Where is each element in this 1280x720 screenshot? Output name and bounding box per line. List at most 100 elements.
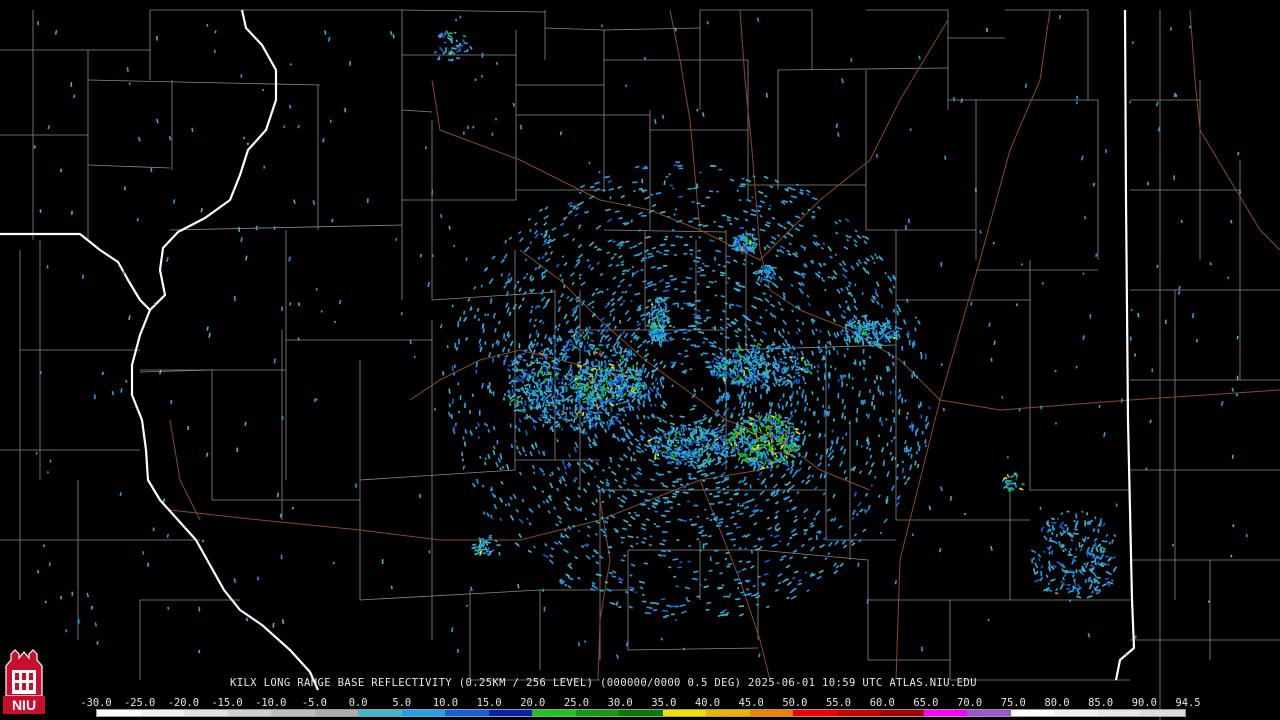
echo-mark	[555, 395, 559, 399]
echo-mark	[764, 559, 771, 563]
echo-mark	[550, 251, 554, 255]
echo-mark	[831, 449, 834, 453]
echo-mark	[518, 354, 522, 358]
echo-mark	[647, 330, 652, 334]
echo-mark	[715, 372, 719, 377]
echo-mark	[753, 466, 756, 471]
echo-mark	[913, 340, 916, 346]
echo-mark	[743, 359, 747, 363]
echo-mark	[758, 346, 761, 350]
echo-mark	[1037, 558, 1041, 562]
echo-mark	[550, 238, 556, 243]
echo-mark	[751, 208, 757, 213]
echo-mark	[733, 259, 738, 263]
echo-mark	[577, 253, 584, 259]
echo-mark	[583, 416, 586, 420]
echo-mark	[508, 374, 511, 379]
echo-mark	[738, 512, 744, 516]
echo-mark	[692, 404, 697, 407]
echo-mark	[1037, 553, 1042, 558]
echo-mark	[569, 210, 573, 213]
echo-mark	[587, 481, 591, 486]
echo-mark	[608, 187, 615, 192]
echo-mark	[1091, 590, 1094, 594]
echo-mark	[670, 338, 675, 341]
echo-mark	[874, 291, 879, 298]
echo-mark	[586, 259, 590, 262]
echo-mark	[657, 449, 662, 453]
echo-mark	[640, 449, 645, 453]
echo-mark	[465, 337, 469, 341]
echo-mark	[659, 542, 665, 546]
echo-mark	[806, 193, 810, 197]
echo-mark	[493, 503, 498, 510]
echo-mark	[760, 271, 763, 276]
echo-mark	[801, 272, 806, 276]
echo-mark	[706, 601, 712, 605]
echo-mark	[662, 455, 667, 458]
echo-mark	[563, 501, 569, 507]
echo-mark	[481, 484, 485, 488]
echo-mark	[805, 189, 811, 194]
echo-mark	[586, 341, 589, 345]
echo-mark	[708, 569, 713, 573]
echo-mark	[609, 601, 616, 606]
echo-mark	[1014, 482, 1018, 488]
echo-mark	[756, 372, 762, 376]
echo-mark	[598, 384, 602, 388]
echo-mark	[782, 319, 787, 325]
echo-mark	[668, 431, 674, 434]
echo-mark	[924, 439, 927, 444]
echo-mark	[768, 204, 772, 207]
echo-mark	[684, 354, 689, 358]
echo-mark	[727, 277, 731, 280]
echo-mark	[1089, 579, 1094, 584]
echo-mark	[586, 358, 590, 365]
echo-mark	[623, 478, 627, 482]
echo-mark	[537, 417, 543, 422]
echo-mark	[794, 215, 801, 219]
echo-mark	[554, 523, 559, 527]
echo-mark	[823, 432, 827, 438]
echo-mark	[734, 362, 738, 365]
echo-mark	[751, 304, 757, 309]
echo-mark	[798, 374, 801, 377]
echo-mark	[781, 554, 787, 559]
echo-mark	[1061, 568, 1064, 572]
echo-mark	[629, 352, 633, 357]
echo-mark	[753, 270, 758, 274]
echo-mark	[518, 450, 522, 456]
echo-mark	[752, 379, 757, 382]
echo-mark	[645, 311, 650, 317]
echo-mark	[1048, 589, 1053, 592]
echo-mark	[533, 324, 536, 328]
echo-mark	[779, 398, 782, 402]
echo-mark	[722, 309, 726, 313]
echo-mark	[544, 384, 550, 387]
echo-mark	[1034, 570, 1039, 576]
echo-mark	[802, 375, 806, 381]
echo-mark	[594, 475, 597, 479]
echo-mark	[513, 284, 518, 290]
echo-mark	[757, 537, 761, 541]
echo-mark	[715, 524, 722, 527]
echo-mark	[473, 285, 477, 290]
echo-mark	[1052, 564, 1057, 569]
echo-mark	[545, 257, 551, 263]
echo-mark	[620, 541, 624, 544]
echo-mark	[724, 478, 729, 481]
echo-mark	[736, 570, 742, 574]
echo-mark	[516, 445, 519, 450]
echo-mark	[689, 267, 693, 270]
echo-mark	[552, 363, 556, 368]
echo-mark	[550, 395, 555, 400]
echo-mark	[785, 455, 788, 459]
echo-mark	[713, 365, 719, 368]
echo-mark	[834, 221, 839, 225]
echo-mark	[782, 580, 786, 583]
echo-mark	[903, 480, 908, 486]
echo-mark	[619, 358, 622, 362]
echo-mark	[773, 447, 777, 451]
echo-mark	[590, 266, 595, 271]
echo-mark	[575, 426, 579, 431]
